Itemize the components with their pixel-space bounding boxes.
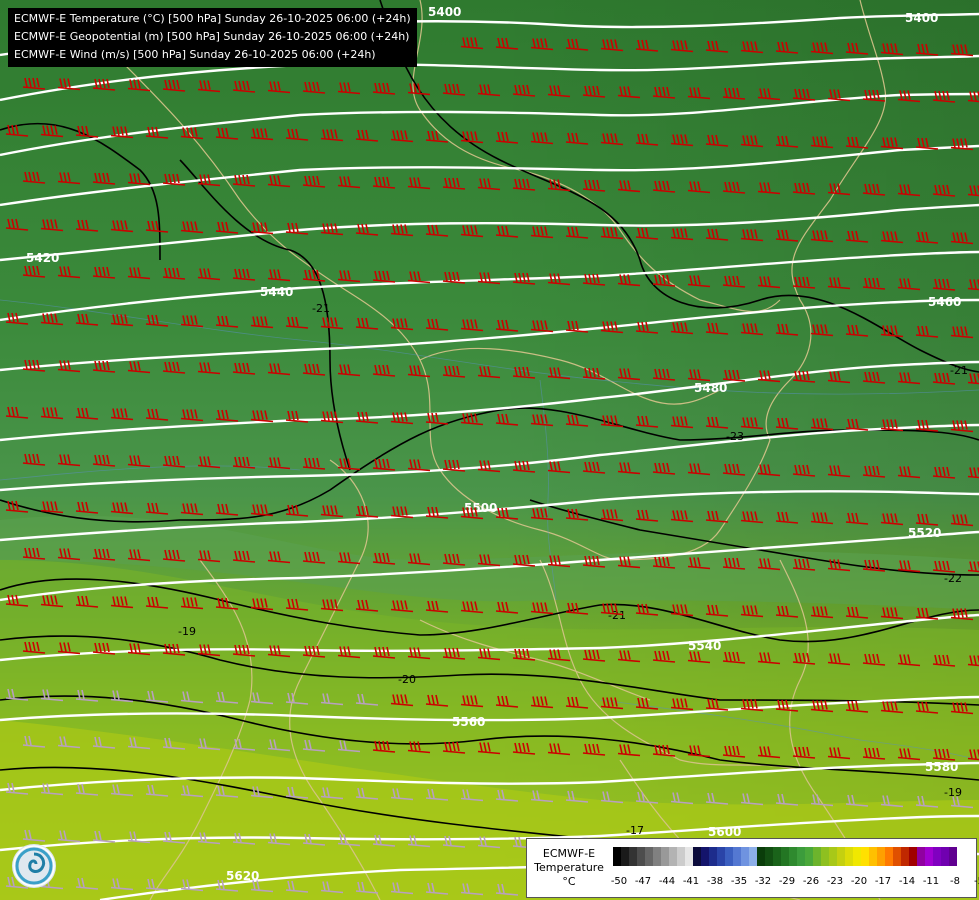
legend-tick: -11 xyxy=(922,876,940,887)
legend-color-cell xyxy=(717,847,725,866)
legend-color-cell xyxy=(645,847,653,866)
legend-color-cell xyxy=(949,847,957,866)
isotherm-label: -17 xyxy=(626,824,644,837)
legend-color-cell xyxy=(861,847,869,866)
legend-ticks: -50 -47 -44 -41 -38 -35 -32 -29 -26 -23 -20 -17 -14-… xyxy=(607,876,979,887)
legend-color-cell xyxy=(661,847,669,866)
legend-color-cell xyxy=(685,847,693,866)
legend-tick: -35 xyxy=(730,876,748,887)
legend-tick: -5 xyxy=(974,876,979,887)
isohypse-label: 5580 xyxy=(925,760,958,774)
legend-color-cell xyxy=(637,847,645,866)
temperature-legend: ECMWF-E Temperature °C -50 -47 -44 -41 -38 -3… xyxy=(526,838,979,898)
legend-tick: -32 xyxy=(754,876,772,887)
legend-color-cell xyxy=(765,847,773,866)
legend-title: ECMWF-E Temperature °C xyxy=(534,847,604,888)
legend-color-cell xyxy=(733,847,741,866)
ecmwf-logo-icon xyxy=(12,844,56,888)
legend-tick: -50 xyxy=(610,876,628,887)
legend-color-cell xyxy=(845,847,853,866)
legend-tick: -8 xyxy=(950,876,960,887)
isotherm-label: -20 xyxy=(398,673,416,686)
legend-tick: -20 xyxy=(850,876,868,887)
legend-color-cell xyxy=(901,847,909,866)
legend-color-cell xyxy=(693,847,701,866)
isohypse-label: 5400 xyxy=(428,5,461,19)
isohypse-label: 5480 xyxy=(694,381,727,395)
legend-color-cell xyxy=(629,847,637,866)
isohypse-label: 5620 xyxy=(226,869,259,883)
legend-colorbar xyxy=(613,847,957,866)
isohypse-label: 5600 xyxy=(708,825,741,839)
title-geopotential: ECMWF-E Geopotential (m) [500 hPa] Sunda… xyxy=(14,30,410,43)
isotherm-label: -19 xyxy=(178,625,196,638)
legend-tick: -29 xyxy=(778,876,796,887)
legend-tick: -41 xyxy=(682,876,700,887)
legend-color-cell xyxy=(933,847,941,866)
legend-color-cell xyxy=(853,847,861,866)
isohypse-label: 5520 xyxy=(908,526,941,540)
legend-color-cell xyxy=(813,847,821,866)
isotherm-label: -21 xyxy=(950,364,968,377)
legend-color-cell xyxy=(709,847,717,866)
legend-color-cell xyxy=(805,847,813,866)
legend-color-cell xyxy=(821,847,829,866)
legend-color-cell xyxy=(877,847,885,866)
legend-color-cell xyxy=(893,847,901,866)
legend-tick: -47 xyxy=(634,876,652,887)
legend-color-cell xyxy=(749,847,757,866)
legend-color-cell xyxy=(669,847,677,866)
legend-color-cell xyxy=(885,847,893,866)
map-title-box: ECMWF-E Temperature (°C) [500 hPa] Sunda… xyxy=(8,8,417,67)
legend-color-cell xyxy=(613,847,621,866)
legend-color-cell xyxy=(701,847,709,866)
legend-color-cell xyxy=(725,847,733,866)
legend-color-cell xyxy=(797,847,805,866)
legend-tick: -26 xyxy=(802,876,820,887)
legend-tick: -23 xyxy=(826,876,844,887)
legend-color-cell xyxy=(829,847,837,866)
legend-color-cell xyxy=(917,847,925,866)
isotherm-label: -22 xyxy=(944,572,962,585)
legend-color-cell xyxy=(941,847,949,866)
isohypse-label: 5440 xyxy=(260,285,293,299)
weather-map: 5400 5400 5420 5440 5460 5480 5500 5520 … xyxy=(0,0,979,900)
isohypse-label: 5420 xyxy=(26,251,59,265)
legend-color-cell xyxy=(653,847,661,866)
legend-color-cell xyxy=(837,847,845,866)
isotherm-label: -23 xyxy=(726,430,744,443)
legend-color-cell xyxy=(757,847,765,866)
legend-color-cell xyxy=(773,847,781,866)
title-temperature: ECMWF-E Temperature (°C) [500 hPa] Sunda… xyxy=(14,12,411,25)
legend-tick: -17 xyxy=(874,876,892,887)
isohypse-label: 5460 xyxy=(928,295,961,309)
legend-color-cell xyxy=(621,847,629,866)
legend-color-cell xyxy=(741,847,749,866)
legend-color-cell xyxy=(789,847,797,866)
legend-color-cell xyxy=(925,847,933,866)
legend-tick: -44 xyxy=(658,876,676,887)
legend-color-cell xyxy=(781,847,789,866)
title-wind: ECMWF-E Wind (m/s) [500 hPa] Sunday 26-1… xyxy=(14,48,376,61)
isohypse-label: 5560 xyxy=(452,715,485,729)
legend-color-cell xyxy=(909,847,917,866)
legend-color-cell xyxy=(677,847,685,866)
legend-tick: -38 xyxy=(706,876,724,887)
legend-color-cell xyxy=(869,847,877,866)
isotherm-label: -21 xyxy=(312,302,330,315)
isohypse-label: 5400 xyxy=(905,11,938,25)
isohypse-label: 5540 xyxy=(688,639,721,653)
legend-tick: -14 xyxy=(898,876,916,887)
